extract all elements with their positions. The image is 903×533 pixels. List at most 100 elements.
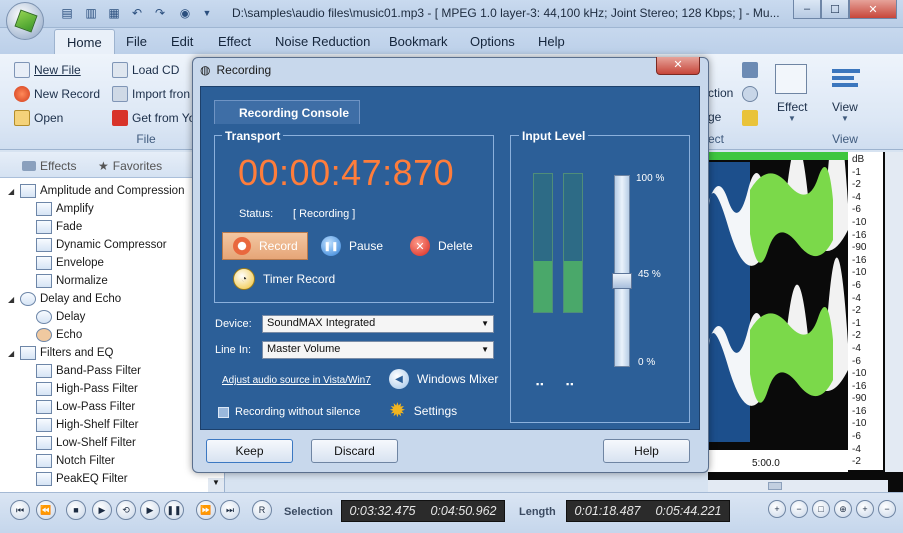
minimize-button[interactable]: ‒ <box>793 0 821 19</box>
delete-button[interactable]: ✕ Delete <box>410 236 473 256</box>
loop-icon[interactable]: ⟲ <box>116 500 136 520</box>
rewind-icon[interactable]: ⏪ <box>36 500 56 520</box>
input-level-slider[interactable] <box>614 175 630 367</box>
help-button[interactable]: Help <box>603 439 690 463</box>
app-logo-button[interactable] <box>6 2 44 40</box>
new-file-icon[interactable]: ▤ <box>58 4 76 22</box>
tab-effect[interactable]: Effect <box>218 34 251 49</box>
timeline-overview[interactable] <box>708 152 848 160</box>
tab-effects[interactable]: Effects <box>22 159 76 173</box>
redo-icon[interactable]: ↷ <box>151 4 169 22</box>
collapse-icon[interactable]: ◢ <box>8 295 18 304</box>
device-select[interactable]: SoundMAX Integrated ▼ <box>262 315 494 333</box>
view-icon[interactable] <box>832 66 860 92</box>
zoom-out-vertical-icon[interactable]: − <box>878 500 896 518</box>
scroll-down-button[interactable]: ▼ <box>208 478 224 492</box>
tab-bookmark[interactable]: Bookmark <box>389 34 448 49</box>
view-button-label[interactable]: View <box>832 100 858 114</box>
tree-item[interactable]: Low-Shelf Filter <box>8 434 218 452</box>
zoom-in-icon[interactable]: + <box>768 500 786 518</box>
settings-button[interactable]: ✹ Settings <box>389 401 457 421</box>
save-icon[interactable]: ▦ <box>105 4 123 22</box>
tree-item[interactable]: Dynamic Compressor <box>8 236 218 254</box>
undo-icon[interactable]: ↶ <box>128 4 146 22</box>
timer-record-button[interactable]: ◔ Timer Record <box>233 268 335 290</box>
tree-item[interactable]: Envelope <box>8 254 218 272</box>
pause-icon[interactable]: ❚❚ <box>164 500 184 520</box>
load-cd-button[interactable]: Load CD <box>112 62 179 78</box>
level-min-label: 0 % <box>638 357 656 368</box>
clock-icon[interactable] <box>742 86 758 102</box>
line-in-select[interactable]: Master Volume ▼ <box>262 341 494 359</box>
without-silence-checkbox[interactable]: Recording without silence <box>218 406 360 418</box>
new-record-button[interactable]: New Record <box>14 86 100 102</box>
maximize-button[interactable]: ☐ <box>821 0 849 19</box>
stop-icon[interactable]: ■ <box>66 500 86 520</box>
tree-item[interactable]: Delay <box>8 308 218 326</box>
speaker-icon: ◀ <box>389 369 409 389</box>
tree-item[interactable]: PeakEQ Filter <box>8 470 218 488</box>
tree-item[interactable]: Fade <box>8 218 218 236</box>
tab-file[interactable]: File <box>126 34 147 49</box>
collapse-icon[interactable]: ◢ <box>8 187 18 196</box>
transport-label: Transport <box>222 129 284 143</box>
tree-group[interactable]: ◢ Filters and EQ <box>8 344 218 362</box>
tab-home[interactable]: Home <box>54 29 115 55</box>
ribbon-partial-item[interactable]: ction <box>708 86 733 100</box>
new-file-button[interactable]: New File <box>14 62 81 78</box>
tab-options[interactable]: Options <box>470 34 515 49</box>
zoom-out-icon[interactable]: − <box>790 500 808 518</box>
tree-item[interactable]: Notch Filter <box>8 452 218 470</box>
tab-edit[interactable]: Edit <box>171 34 193 49</box>
record-transport-icon[interactable]: R <box>252 500 272 520</box>
length-label: Length <box>519 506 556 518</box>
record-icon[interactable]: ◉ <box>176 4 194 22</box>
go-to-end-icon[interactable]: ⏭ <box>220 500 240 520</box>
close-button[interactable]: ✕ <box>849 0 897 19</box>
play-selection-icon[interactable]: ▶ <box>140 500 160 520</box>
settings-icon[interactable] <box>742 62 758 78</box>
effect-button-label[interactable]: Effect <box>777 100 807 114</box>
zoom-in-vertical-icon[interactable]: + <box>856 500 874 518</box>
tab-recording-console[interactable]: Recording Console <box>214 100 360 124</box>
play-icon[interactable]: ▶ <box>92 500 112 520</box>
tab-help[interactable]: Help <box>538 34 565 49</box>
tree-item[interactable]: Low-Pass Filter <box>8 398 218 416</box>
chevron-down-icon: ▼ <box>481 345 489 354</box>
ribbon-partial-item[interactable]: ge <box>708 110 721 124</box>
tree-item[interactable]: Normalize <box>8 272 218 290</box>
get-from-youtube-button[interactable]: Get from Yo <box>112 110 195 126</box>
input-level-label: Input Level <box>519 129 589 143</box>
record-button[interactable]: Record <box>222 232 308 260</box>
tree-item[interactable]: High-Pass Filter <box>8 380 218 398</box>
adjust-audio-source-link[interactable]: Adjust audio source in Vista/Win7 <box>222 375 371 386</box>
tree-item[interactable]: Band-Pass Filter <box>8 362 218 380</box>
customize-qat-icon[interactable]: ▼ <box>198 4 216 22</box>
tab-noise-reduction[interactable]: Noise Reduction <box>275 34 370 49</box>
vertical-scrollbar[interactable] <box>885 152 903 472</box>
keep-button[interactable]: Keep <box>206 439 293 463</box>
tab-favorites[interactable]: ★ Favorites <box>98 159 162 173</box>
tree-group[interactable]: ◢ Delay and Echo <box>8 290 218 308</box>
zoom-fit-icon[interactable]: □ <box>812 500 830 518</box>
effect-icon[interactable] <box>775 64 807 94</box>
import-button[interactable]: Import fron <box>112 86 190 102</box>
tree-item[interactable]: High-Shelf Filter <box>8 416 218 434</box>
open-icon[interactable]: ▥ <box>82 4 100 22</box>
discard-button[interactable]: Discard <box>311 439 398 463</box>
slider-thumb[interactable] <box>612 272 632 289</box>
waveform-icon[interactable] <box>742 110 758 126</box>
open-button[interactable]: Open <box>14 110 63 126</box>
tree-item[interactable]: Amplify <box>8 200 218 218</box>
horizontal-scrollbar[interactable] <box>708 480 888 492</box>
zoom-selection-icon[interactable]: ⊕ <box>834 500 852 518</box>
dialog-close-button[interactable]: ✕ <box>656 57 700 75</box>
collapse-icon[interactable]: ◢ <box>8 349 18 358</box>
pause-button[interactable]: ❚❚ Pause <box>321 236 383 256</box>
go-to-start-icon[interactable]: ⏮ <box>10 500 30 520</box>
windows-mixer-button[interactable]: ◀ Windows Mixer <box>389 369 498 389</box>
tree-group[interactable]: ◢ Amplitude and Compression <box>8 182 218 200</box>
tree-item[interactable]: Echo <box>8 326 218 344</box>
fast-forward-icon[interactable]: ⏩ <box>196 500 216 520</box>
line-in-label: Line In: <box>215 344 252 356</box>
